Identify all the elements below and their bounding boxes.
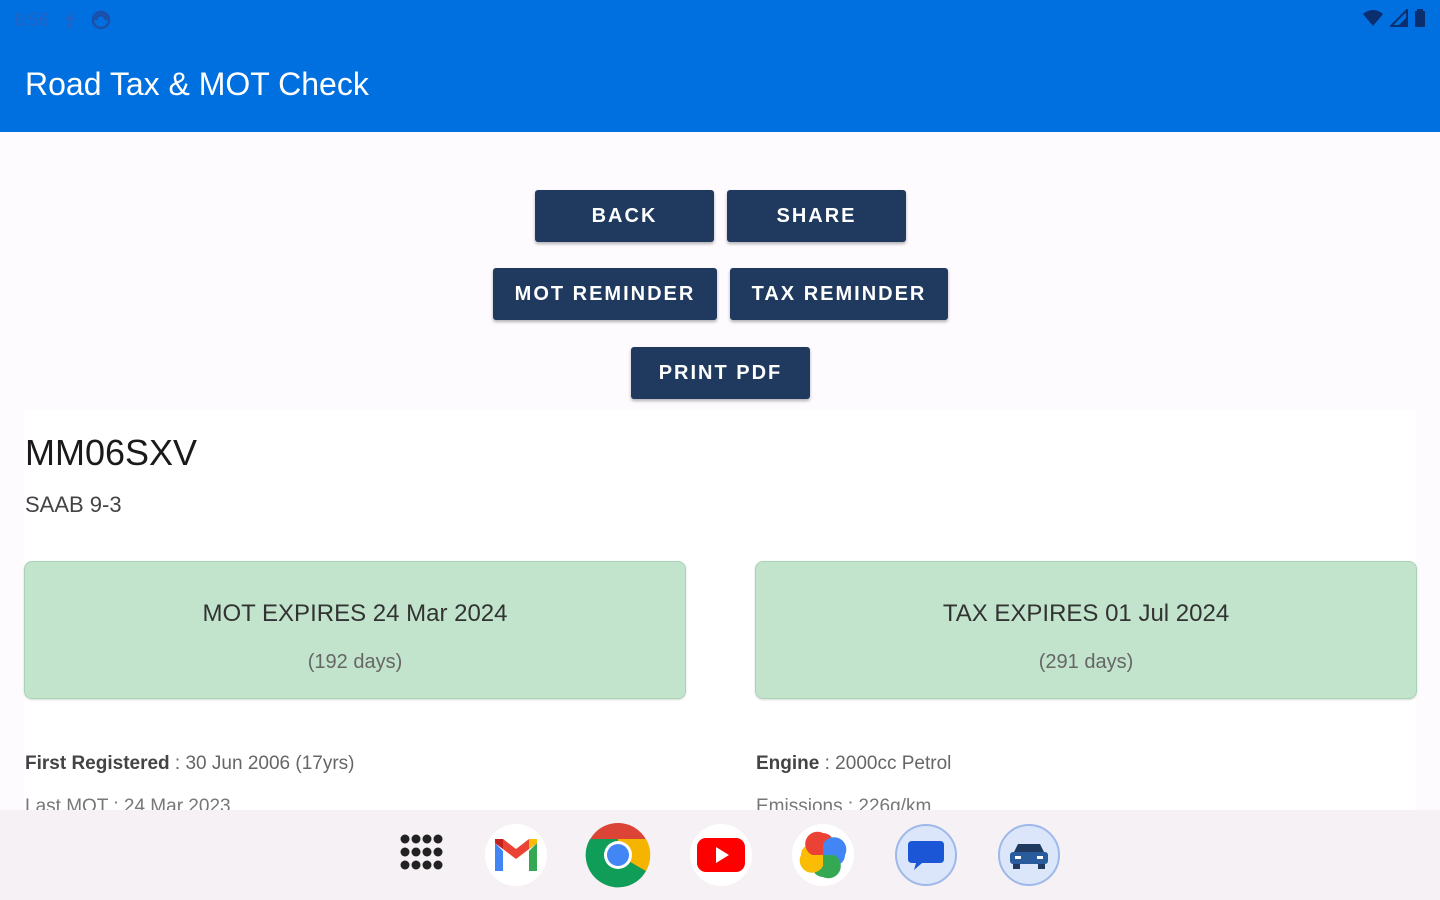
- status-bar: 6:56: [0, 0, 1440, 40]
- usb-icon: [63, 11, 77, 29]
- vehicle-registration: MM06SXV: [25, 432, 198, 473]
- app-bar: 6:56 Road Tax & MOT Check: [0, 0, 1440, 132]
- print-pdf-button[interactable]: PRINT PDF: [631, 347, 810, 399]
- chrome-icon[interactable]: [585, 822, 651, 888]
- wifi-icon: [1362, 9, 1384, 32]
- tax-reminder-button[interactable]: TAX REMINDER: [730, 268, 948, 320]
- mot-expiry-card: MOT EXPIRES 24 Mar 2024 (192 days): [24, 561, 686, 699]
- tax-expiry-card: TAX EXPIRES 01 Jul 2024 (291 days): [755, 561, 1417, 699]
- first-registered-label: First Registered: [25, 753, 170, 774]
- engine-row: Engine : 2000cc Petrol: [756, 753, 951, 775]
- status-time: 6:56: [14, 9, 50, 30]
- mot-days-remaining: (192 days): [307, 651, 403, 673]
- apps-grid-icon[interactable]: [388, 822, 454, 888]
- share-button[interactable]: SHARE: [727, 190, 906, 242]
- first-registered-value: : 30 Jun 2006 (17yrs): [169, 753, 355, 774]
- back-button[interactable]: BACK: [535, 190, 714, 242]
- app-title: Road Tax & MOT Check: [25, 66, 369, 102]
- partial-detail-right: Emissions : 226g/km: [756, 796, 932, 810]
- signal-icon: [1388, 7, 1408, 32]
- engine-value: : 2000cc Petrol: [819, 753, 952, 774]
- sync-icon: [91, 10, 111, 30]
- status-icons: [1362, 7, 1426, 32]
- vehicle-model: SAAB 9-3: [25, 492, 122, 517]
- mot-reminder-button[interactable]: MOT REMINDER: [493, 268, 717, 320]
- photos-icon[interactable]: [790, 822, 856, 888]
- youtube-icon[interactable]: [688, 822, 754, 888]
- mot-expiry-label: MOT EXPIRES 24 Mar 2024: [202, 600, 508, 627]
- engine-label: Engine: [756, 753, 820, 774]
- partial-detail-row-right: Emissions : 226g/km: [756, 796, 1356, 810]
- gmail-icon[interactable]: [483, 822, 549, 888]
- tax-expiry-label: TAX EXPIRES 01 Jul 2024: [942, 600, 1230, 627]
- partial-detail-row-left: Last MOT : 24 Mar 2023: [25, 796, 625, 810]
- tax-days-remaining: (291 days): [1038, 651, 1134, 673]
- partial-detail-left: Last MOT : 24 Mar 2023: [25, 796, 231, 810]
- first-registered-row: First Registered : 30 Jun 2006 (17yrs): [25, 753, 354, 775]
- car-app-icon[interactable]: [996, 822, 1062, 888]
- battery-icon: [1414, 8, 1426, 32]
- messages-icon[interactable]: [893, 822, 959, 888]
